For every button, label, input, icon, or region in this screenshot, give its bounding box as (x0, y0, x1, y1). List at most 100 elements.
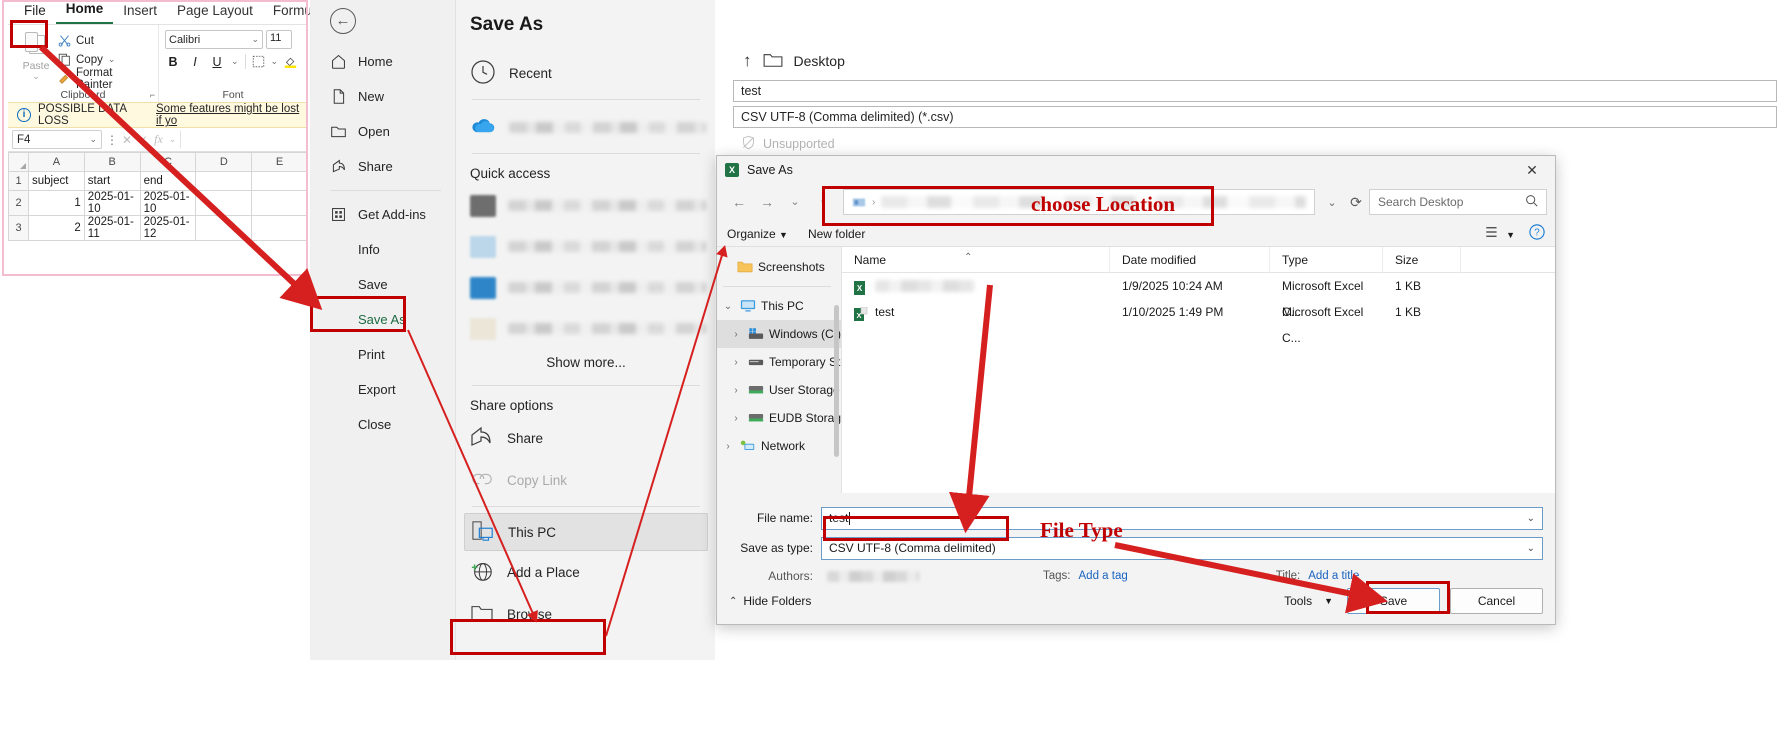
row-header-2[interactable]: 2 (8, 190, 29, 216)
column-header-a[interactable]: A (28, 152, 85, 172)
italic-button[interactable]: I (187, 55, 203, 69)
nav-scrollbar[interactable] (834, 305, 839, 457)
cell-a3[interactable]: 2 (28, 215, 85, 241)
cell-b1[interactable]: start (83, 171, 141, 191)
chevron-down-icon[interactable]: ⌄ (169, 134, 177, 145)
cell-a1[interactable]: subject (28, 171, 85, 191)
backstage-item-info[interactable]: Info (310, 232, 455, 267)
cell-c3[interactable]: 2025-01-12 (139, 215, 197, 241)
file-name-input[interactable]: test ⌄ (821, 506, 1543, 530)
file-name-cell[interactable]: X test (842, 299, 1110, 325)
backstage-file-name-input[interactable]: test (733, 80, 1777, 102)
accept-formula-icon[interactable]: ✓ (138, 133, 148, 147)
column-header-name[interactable]: Name ⌃ (842, 246, 1110, 273)
search-input[interactable]: Search Desktop (1369, 189, 1547, 215)
row-header-3[interactable]: 3 (8, 215, 29, 241)
backstage-item-save-as[interactable]: Save As (310, 302, 455, 337)
underline-button[interactable]: U (209, 55, 225, 69)
organize-button[interactable]: Organize ▼ (727, 227, 788, 241)
save-location-onedrive[interactable] (456, 106, 716, 148)
hide-folders-button[interactable]: ⌃ Hide Folders (729, 594, 811, 608)
up-arrow-icon[interactable]: ↑ (743, 51, 752, 71)
table-row[interactable]: 2 1 2025-01-10 2025-01-10 (8, 190, 308, 216)
chevron-down-icon[interactable]: ⌄ (32, 72, 40, 81)
nav-item-user-storage[interactable]: › User Storage - (717, 376, 841, 404)
quick-access-item[interactable] (456, 267, 716, 308)
cell-e2[interactable] (251, 190, 308, 216)
font-size-input[interactable]: 11 (266, 30, 292, 49)
quick-access-item[interactable] (456, 308, 716, 349)
chevron-down-icon[interactable]: ⌄ (1527, 543, 1535, 554)
new-folder-button[interactable]: New folder (808, 227, 865, 241)
view-options-button[interactable]: ▼ (1485, 226, 1515, 241)
column-header-size[interactable]: Size (1383, 246, 1461, 273)
close-icon[interactable]: ✕ (1515, 157, 1549, 183)
nav-item-network[interactable]: › Network (717, 432, 841, 460)
show-more-button[interactable]: Show more... (456, 349, 716, 380)
nav-item-windows-c[interactable]: › Windows (C:) (717, 320, 841, 348)
more-options-icon[interactable]: ⋮ (106, 133, 118, 147)
cell-b2[interactable]: 2025-01-10 (83, 190, 141, 216)
table-row[interactable]: 1 subject start end (8, 171, 308, 191)
cut-button[interactable]: Cut (58, 31, 152, 50)
ribbon-tab-formulas[interactable]: Formulas (263, 0, 310, 24)
up-icon[interactable]: ↑ (809, 189, 837, 215)
nav-item-temporary-storage[interactable]: › Temporary Sto (717, 348, 841, 376)
chevron-down-icon[interactable]: ⌄ (231, 56, 239, 67)
ribbon-tab-page-layout[interactable]: Page Layout (167, 0, 263, 24)
tools-button[interactable]: Tools ▼ (1280, 594, 1337, 608)
nav-item-this-pc[interactable]: ⌄ This PC (717, 292, 841, 320)
nav-item-eudb-storage[interactable]: › EUDB Storage (717, 404, 841, 432)
back-icon[interactable]: ← (725, 189, 753, 215)
fill-color-icon[interactable] (284, 55, 297, 68)
column-header-d[interactable]: D (195, 152, 253, 172)
ribbon-tab-insert[interactable]: Insert (113, 0, 167, 24)
cell-e3[interactable] (251, 215, 308, 241)
file-name-cell[interactable]: X (842, 273, 1110, 299)
cancel-button[interactable]: Cancel (1450, 588, 1543, 614)
chevron-right-icon[interactable]: › (729, 357, 743, 368)
backstage-item-export[interactable]: Export (310, 372, 455, 407)
font-name-input[interactable]: Calibri ⌄ (165, 30, 263, 49)
recent-locations-chevron-icon[interactable]: ⌄ (781, 189, 809, 215)
chevron-down-icon[interactable]: ⌄ (1527, 513, 1535, 524)
address-dropdown-icon[interactable]: ⌄ (1321, 196, 1343, 209)
cell-c1[interactable]: end (139, 171, 197, 191)
insert-function-icon[interactable]: fx (154, 132, 163, 147)
chevron-right-icon[interactable]: › (729, 413, 743, 424)
column-header-c[interactable]: C (139, 152, 197, 172)
cell-d1[interactable] (195, 171, 253, 191)
add-a-place-button[interactable]: Add a Place (456, 551, 716, 593)
bold-button[interactable]: B (165, 55, 181, 69)
backstage-item-home[interactable]: Home (310, 44, 455, 79)
backstage-item-new[interactable]: New (310, 79, 455, 114)
backstage-item-get-add-ins[interactable]: Get Add-ins (310, 197, 455, 232)
share-button[interactable]: Share (456, 417, 716, 459)
chevron-down-icon[interactable]: ⌄ (108, 54, 116, 65)
save-as-type-select[interactable]: CSV UTF-8 (Comma delimited) ⌄ (821, 536, 1543, 560)
quick-access-item[interactable] (456, 226, 716, 267)
backstage-item-save[interactable]: Save (310, 267, 455, 302)
save-location-this-pc[interactable]: This PC (464, 513, 708, 551)
cell-a2[interactable]: 1 (28, 190, 85, 216)
worksheet-grid[interactable]: A B C D E 1 subject start end 2 1 2025-0… (8, 152, 308, 241)
table-row[interactable]: X test 1/10/2025 1:49 PM Microsoft Excel… (842, 299, 1555, 345)
cell-b3[interactable]: 2025-01-11 (83, 215, 141, 241)
clipboard-dialog-launcher-icon[interactable]: ⌐ (150, 90, 155, 100)
format-painter-button[interactable]: Format Painter (58, 67, 152, 91)
table-row[interactable]: X 1/9/2025 10:24 AM Microsoft Excel C...… (842, 273, 1555, 319)
table-row[interactable]: 3 2 2025-01-11 2025-01-12 (8, 215, 308, 241)
chevron-right-icon[interactable]: › (721, 441, 735, 452)
backstage-item-close[interactable]: Close (310, 407, 455, 442)
row-header-1[interactable]: 1 (8, 171, 29, 191)
cancel-formula-icon[interactable]: ✕ (122, 133, 132, 147)
quick-access-item[interactable] (456, 185, 716, 226)
chevron-down-icon[interactable]: ⌄ (721, 301, 735, 312)
cell-e1[interactable] (251, 171, 308, 191)
help-button[interactable]: ? (1529, 224, 1545, 243)
cell-d3[interactable] (195, 215, 253, 241)
column-header-type[interactable]: Type (1270, 246, 1383, 273)
column-header-date-modified[interactable]: Date modified (1110, 246, 1270, 273)
column-header-b[interactable]: B (83, 152, 141, 172)
cell-c2[interactable]: 2025-01-10 (139, 190, 197, 216)
